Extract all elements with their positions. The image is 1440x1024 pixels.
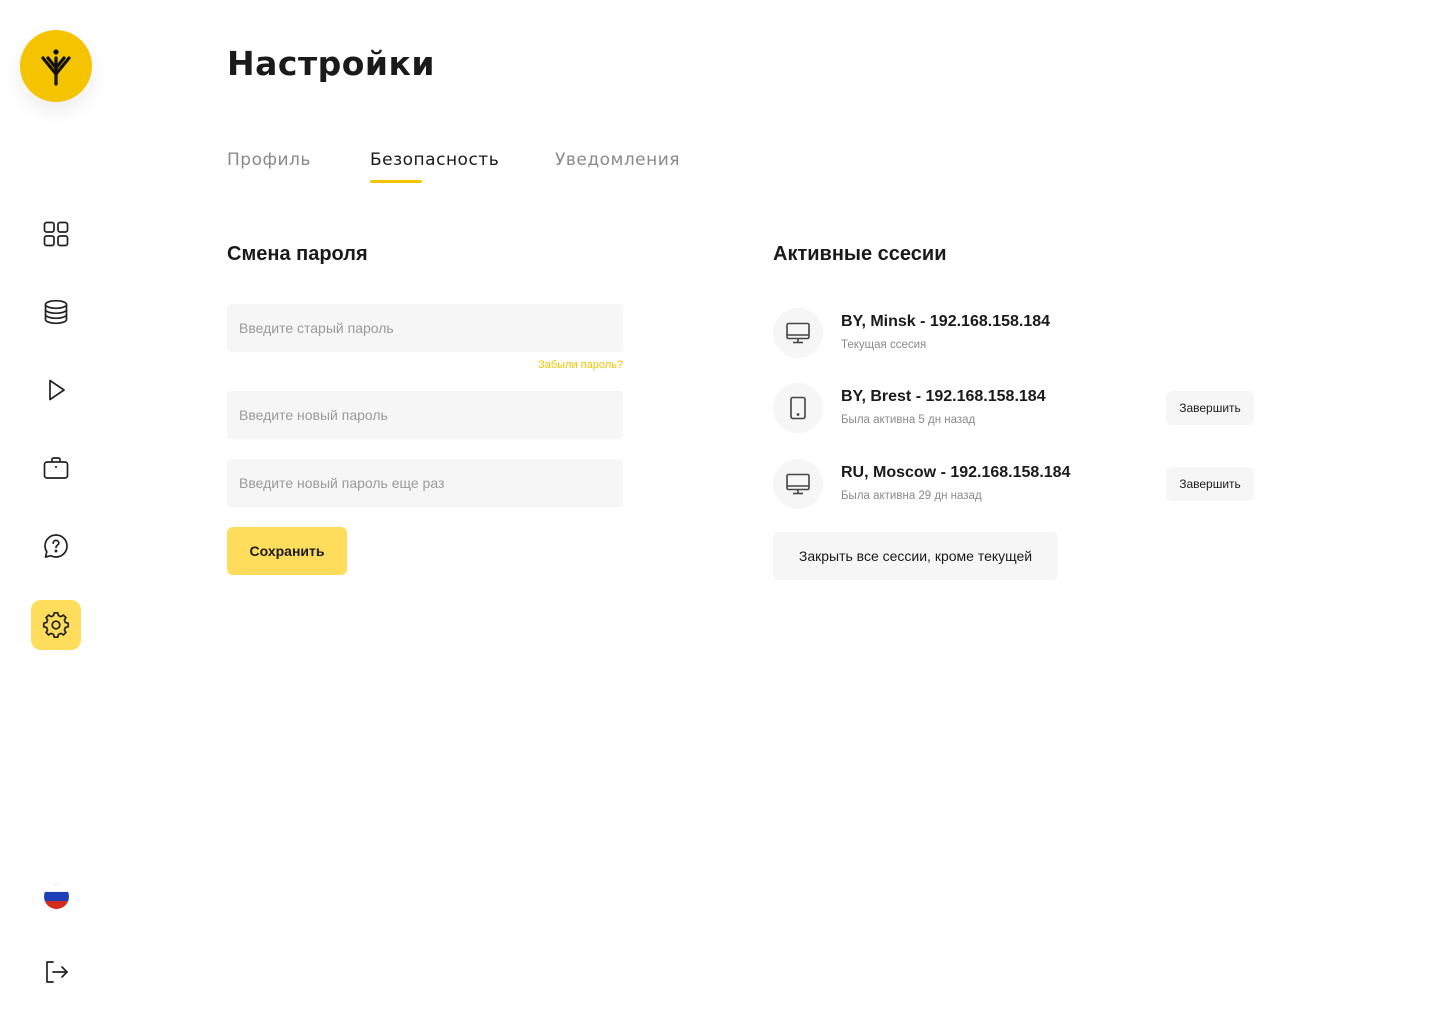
active-tab-indicator — [370, 180, 422, 183]
desktop-icon — [773, 459, 823, 509]
forgot-password-link[interactable]: Забыли пароль? — [500, 359, 623, 371]
close-other-sessions-button[interactable]: Закрыть все сессии, кроме текущей — [773, 532, 1058, 580]
session-item: RU, Moscow - 192.168.158.184 Была активн… — [773, 459, 1254, 511]
repeat-password-input[interactable] — [227, 459, 623, 507]
nav-database[interactable] — [31, 287, 81, 337]
russia-flag-icon[interactable] — [44, 884, 69, 909]
logout-icon[interactable] — [42, 958, 70, 986]
tree-rune-logo-icon — [41, 49, 71, 86]
nav-media[interactable] — [31, 365, 81, 415]
password-change-title: Смена пароля — [227, 243, 368, 265]
new-password-input[interactable] — [227, 391, 623, 439]
session-title: BY, Brest - 192.168.158.184 — [841, 388, 1046, 405]
old-password-input[interactable] — [227, 304, 623, 352]
session-item: BY, Brest - 192.168.158.184 Была активна… — [773, 383, 1254, 435]
session-title: RU, Moscow - 192.168.158.184 — [841, 464, 1071, 481]
desktop-icon — [773, 308, 823, 358]
app-logo[interactable] — [20, 30, 92, 102]
save-button[interactable]: Сохранить — [227, 527, 347, 575]
nav-portfolio[interactable] — [31, 443, 81, 493]
nav-dashboard[interactable] — [31, 209, 81, 259]
session-status: Была активна 29 дн назад — [841, 490, 982, 502]
nav-support[interactable] — [31, 521, 81, 571]
play-icon — [49, 379, 65, 401]
end-session-button[interactable]: Завершить — [1166, 467, 1254, 501]
session-status: Текущая ссесия — [841, 339, 927, 351]
nav-settings[interactable] — [31, 600, 81, 650]
help-chat-icon — [44, 534, 68, 558]
tab-notifications[interactable]: Уведомления — [555, 150, 680, 170]
page-title: Настройки — [227, 44, 436, 83]
tab-profile[interactable]: Профиль — [227, 150, 311, 170]
sidebar — [0, 0, 112, 1024]
session-item: BY, Minsk - 192.168.158.184 Текущая ссес… — [773, 308, 1254, 360]
active-sessions-title: Активные ссесии — [773, 243, 947, 265]
session-title: BY, Minsk - 192.168.158.184 — [841, 313, 1051, 330]
settings-gear-icon — [42, 611, 70, 639]
session-status: Была активна 5 дн назад — [841, 414, 976, 426]
database-icon — [44, 299, 68, 325]
tablet-icon — [773, 383, 823, 433]
end-session-button[interactable]: Завершить — [1166, 391, 1254, 425]
briefcase-icon — [43, 457, 69, 479]
dashboard-grid-icon — [43, 221, 69, 247]
tab-security[interactable]: Безопасность — [370, 150, 499, 170]
